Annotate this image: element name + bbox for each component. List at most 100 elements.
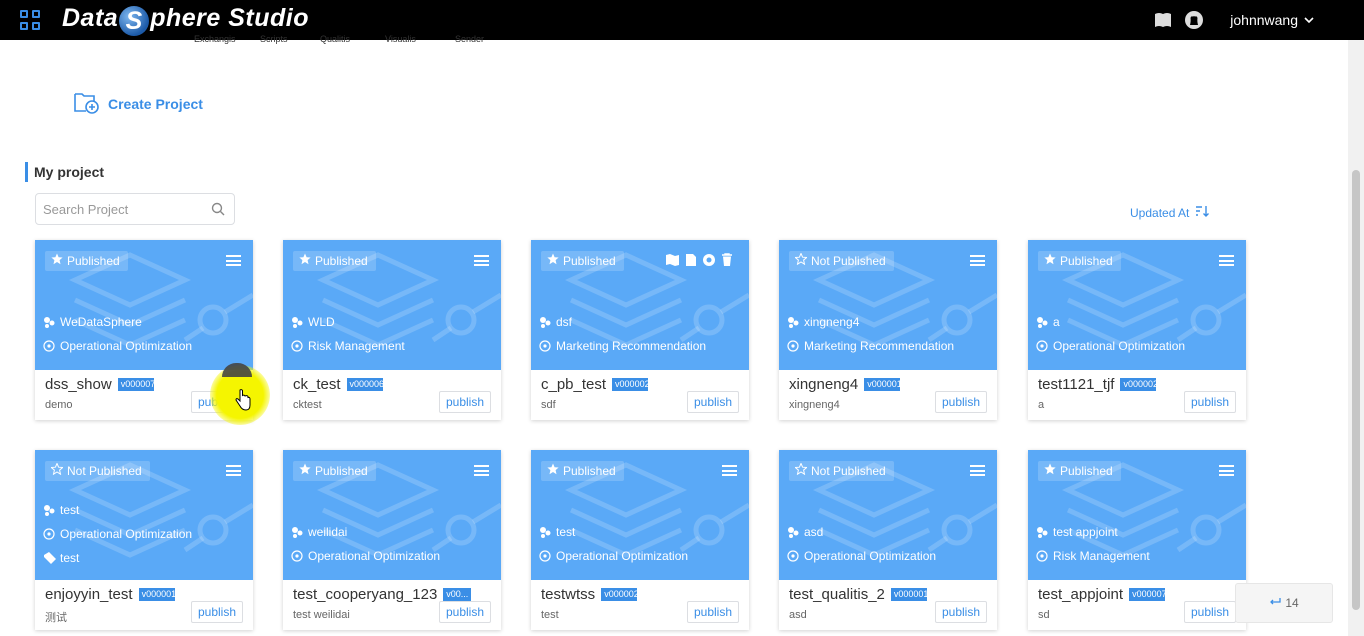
tag-icon (1036, 340, 1048, 352)
card-menu-icon[interactable] (970, 465, 985, 476)
project-card[interactable]: Not Published asd Operational Optimization… (779, 450, 997, 630)
card-menu-icon[interactable] (226, 465, 241, 476)
card-menu-icon[interactable] (474, 465, 489, 476)
card-menu-icon[interactable] (970, 255, 985, 266)
project-name[interactable]: testwtss v000002 (541, 586, 638, 603)
subnav-item[interactable]: Visualis (385, 34, 416, 44)
card-menu-icon[interactable] (226, 255, 241, 266)
publish-button[interactable]: publish (438, 601, 491, 623)
star-icon[interactable] (299, 461, 311, 481)
publish-status-badge: Published (541, 251, 624, 271)
publish-button[interactable]: publish (686, 391, 739, 413)
star-icon[interactable] (1044, 461, 1056, 481)
card-menu-icon[interactable] (1219, 465, 1234, 476)
star-icon[interactable] (1044, 251, 1056, 271)
document-icon[interactable] (685, 253, 697, 272)
project-card[interactable]: Not Published test Operational Optimizatio… (35, 450, 253, 630)
publish-button[interactable]: publish (1183, 391, 1236, 413)
tag-icon (291, 550, 303, 562)
project-card[interactable]: Published WeDataSphere Operational Optimiz… (35, 240, 253, 420)
project-name[interactable]: test_appjoint v000007 (1038, 586, 1166, 603)
project-info-text: test (60, 551, 80, 565)
project-card-header[interactable]: Published WeDataSphere Operational Optimiz… (35, 240, 253, 370)
scrollbar[interactable] (1348, 40, 1364, 636)
project-info-text: xingneng4 (804, 315, 860, 329)
subnav-item[interactable]: Sender (455, 34, 484, 44)
publish-button[interactable]: publish (190, 391, 243, 413)
user-menu[interactable]: johnnwang (1230, 12, 1314, 28)
floating-panel[interactable]: 14 (1235, 583, 1333, 623)
project-card[interactable]: Published weilidai Operational Optimizatio… (283, 450, 501, 630)
publish-status-badge: Published (1038, 251, 1121, 271)
project-card-header[interactable]: Not Published xingneng4 Marketing Recommen… (779, 240, 997, 370)
publish-button[interactable]: publish (1183, 601, 1236, 623)
create-project-button[interactable]: Create Project (74, 90, 203, 117)
project-name[interactable]: test_qualitis_2 v000001 (789, 586, 927, 603)
subnav-item[interactable]: Exchangis (194, 34, 236, 44)
star-icon[interactable] (794, 461, 808, 481)
star-icon[interactable] (794, 251, 808, 271)
search-box (35, 193, 235, 225)
project-card[interactable]: Published test appjoint Risk Management tes… (1028, 450, 1246, 630)
card-menu-icon[interactable] (474, 255, 489, 266)
book-icon[interactable] (1154, 12, 1172, 28)
project-name[interactable]: xingneng4 v000001 (789, 376, 901, 393)
project-card-header[interactable]: Published weilidai Operational Optimizatio… (283, 450, 501, 580)
publish-button[interactable]: publish (686, 601, 739, 623)
status-label: Published (315, 464, 368, 478)
project-card-header[interactable]: Not Published test Operational Optimizatio… (35, 450, 253, 580)
project-description: xingneng4 (789, 399, 840, 411)
app-logo[interactable]: Data Sphere Studio (62, 4, 309, 36)
project-name[interactable]: test1121_tjf v000002 (1038, 376, 1157, 393)
star-icon[interactable] (51, 251, 63, 271)
github-icon[interactable] (1184, 10, 1204, 30)
search-icon[interactable] (211, 202, 225, 221)
create-project-label: Create Project (108, 95, 203, 112)
subnav-item[interactable]: Scripts (260, 34, 288, 44)
search-input[interactable] (43, 194, 203, 224)
card-menu-icon[interactable] (1219, 255, 1234, 266)
sort-updated-at[interactable]: Updated At (1130, 205, 1210, 220)
publish-status-badge: Published (293, 251, 376, 271)
project-info-text: WLD (308, 315, 335, 329)
project-card-header[interactable]: Not Published asd Operational Optimization (779, 450, 997, 580)
settings-icon[interactable] (702, 253, 716, 272)
card-menu-icon[interactable] (722, 465, 737, 476)
project-name[interactable]: enjoyyin_test v000001 (45, 586, 175, 603)
publish-button[interactable]: publish (438, 391, 491, 413)
scrollbar-thumb[interactable] (1352, 170, 1360, 610)
project-info-text: Operational Optimization (60, 527, 193, 541)
status-label: Published (563, 464, 616, 478)
star-icon[interactable] (547, 461, 559, 481)
publish-button[interactable]: publish (934, 601, 987, 623)
project-card-header[interactable]: Published a Operational Optimization (1028, 240, 1246, 370)
publish-button[interactable]: publish (190, 601, 243, 623)
project-card-header[interactable]: Published test Operational Optimization (531, 450, 749, 580)
delete-icon[interactable] (721, 253, 733, 272)
project-card-header[interactable]: Published test appjoint Risk Management (1028, 450, 1246, 580)
subnav-item[interactable]: Qualitis (320, 34, 350, 44)
project-info-text: WeDataSphere (60, 315, 142, 329)
app-grid-icon[interactable] (20, 10, 40, 30)
project-card[interactable]: Not Published xingneng4 Marketing Recommen… (779, 240, 997, 420)
project-card[interactable]: Published dsf Marketing Recommendation c_pb… (531, 240, 749, 420)
project-card-header[interactable]: Published WLD Risk Management (283, 240, 501, 370)
project-info-row: Marketing Recommendation (539, 339, 741, 353)
project-name[interactable]: dss_show v000007 (45, 376, 154, 393)
project-description: test weilidai (293, 609, 350, 621)
star-icon[interactable] (50, 461, 64, 481)
project-info-row: Operational Optimization (539, 549, 741, 563)
publish-button[interactable]: publish (934, 391, 987, 413)
users-icon (539, 316, 551, 328)
project-name[interactable]: ck_test v000006 (293, 376, 383, 393)
star-icon[interactable] (299, 251, 311, 271)
project-info-text: weilidai (308, 525, 348, 539)
map-icon[interactable] (665, 253, 680, 272)
project-card[interactable]: Published a Operational Optimization test11… (1028, 240, 1246, 420)
star-icon[interactable] (547, 251, 559, 271)
project-name[interactable]: c_pb_test v000002 (541, 376, 649, 393)
project-card[interactable]: Published WLD Risk Management ck_test v00000… (283, 240, 501, 420)
project-info-text: Operational Optimization (804, 549, 937, 563)
project-card[interactable]: Published test Operational Optimization tes… (531, 450, 749, 630)
project-card-header[interactable]: Published dsf Marketing Recommendation (531, 240, 749, 370)
